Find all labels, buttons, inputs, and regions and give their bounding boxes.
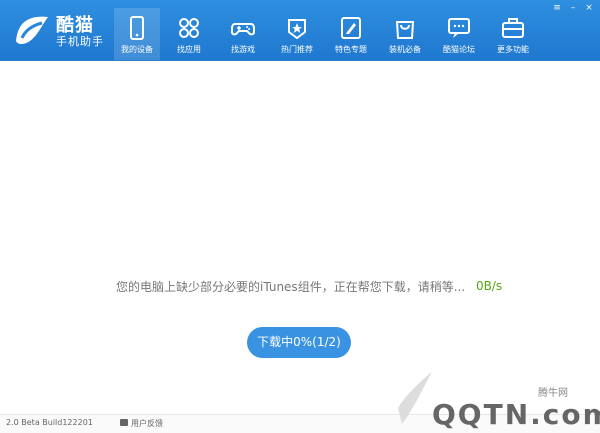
window-controls: ≡ – × bbox=[552, 3, 594, 13]
star-badge-icon bbox=[288, 19, 306, 40]
feedback-icon bbox=[120, 419, 128, 426]
watermark-swoosh-icon bbox=[398, 372, 432, 424]
nav-label: 特色专题 bbox=[335, 45, 367, 54]
nav-item-featured-topics[interactable]: 特色专题 bbox=[328, 8, 374, 60]
download-progress-button[interactable]: 下载中0%(1/2) bbox=[247, 327, 351, 358]
nav-item-find-games[interactable]: 找游戏 bbox=[220, 8, 266, 60]
apps-icon bbox=[179, 18, 199, 38]
nav-label: 找游戏 bbox=[231, 45, 255, 54]
minimize-icon[interactable]: – bbox=[568, 3, 578, 13]
top-header: 酷猫 手机助手 我的设备 找应用 找游戏 热门推荐 特色专题 装机必备 酷猫论坛… bbox=[0, 0, 600, 61]
nav-item-find-apps[interactable]: 找应用 bbox=[166, 8, 212, 60]
nav-item-forum[interactable]: 酷猫论坛 bbox=[436, 8, 482, 60]
bag-icon bbox=[395, 21, 415, 39]
close-icon[interactable]: × bbox=[584, 3, 594, 13]
nav-label: 酷猫论坛 bbox=[443, 45, 475, 54]
nav-label: 我的设备 bbox=[121, 45, 153, 54]
nav-item-essentials[interactable]: 装机必备 bbox=[382, 8, 428, 60]
menu-icon[interactable]: ≡ bbox=[552, 3, 562, 13]
cat-logo-icon bbox=[16, 16, 48, 44]
app-logo: 酷猫 手机助手 bbox=[12, 9, 104, 51]
nav-item-my-device[interactable]: 我的设备 bbox=[114, 8, 160, 60]
build-version: 2.0 Beta Build122201 bbox=[6, 418, 93, 427]
watermark-brand: QQTN.com bbox=[432, 398, 600, 431]
phone-icon bbox=[130, 16, 144, 40]
nav-item-hot-picks[interactable]: 热门推荐 bbox=[274, 8, 320, 60]
status-message: 您的电脑上缺少部分必要的iTunes组件，正在帮您下载，请稍等... bbox=[116, 280, 466, 294]
watermark: 腾牛网 QQTN.com bbox=[392, 368, 600, 432]
nav-item-more-features[interactable]: 更多功能 bbox=[490, 8, 536, 60]
nav-label: 装机必备 bbox=[389, 45, 421, 54]
app-subtitle: 手机助手 bbox=[56, 35, 104, 48]
toolbox-icon bbox=[502, 18, 524, 38]
nav-label: 热门推荐 bbox=[281, 45, 313, 54]
nav-label: 找应用 bbox=[177, 45, 201, 54]
chat-icon bbox=[448, 18, 470, 38]
nav-label: 更多功能 bbox=[497, 45, 529, 54]
download-speed: 0B/s bbox=[476, 279, 503, 293]
gamepad-icon bbox=[231, 23, 255, 36]
pencil-icon bbox=[341, 17, 361, 39]
watermark-subtitle: 腾牛网 bbox=[538, 388, 568, 399]
feedback-link[interactable]: 用户反馈 bbox=[131, 418, 163, 429]
